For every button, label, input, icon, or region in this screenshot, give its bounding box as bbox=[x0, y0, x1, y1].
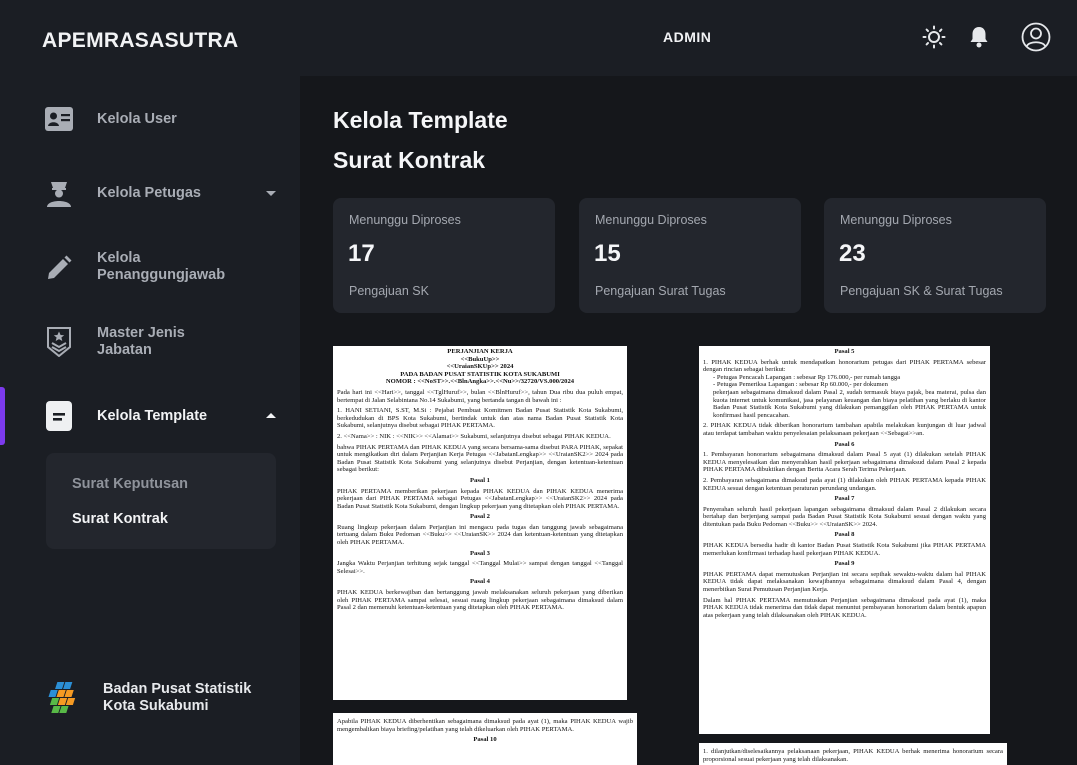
doc-paragraph: PIHAK KEDUA berkewajiban dan bertanggung… bbox=[337, 589, 623, 612]
user-circle-icon[interactable] bbox=[1021, 22, 1051, 52]
doc-heading: <<UraianSKUp>> 2024 bbox=[446, 363, 514, 371]
sidebar-item-kelola-petugas[interactable]: Kelola Petugas bbox=[0, 176, 300, 210]
doc-paragraph: PIHAK KEDUA bersedia hadir di kantor Bad… bbox=[703, 542, 986, 557]
card-caption: Menunggu Diproses bbox=[349, 213, 461, 227]
card-count: 15 bbox=[594, 240, 621, 267]
stat-card-surat-tugas: Menunggu Diproses 15 Pengajuan Surat Tug… bbox=[579, 198, 801, 313]
submenu-item-surat-keputusan[interactable]: Surat Keputusan bbox=[72, 476, 188, 492]
sun-icon[interactable] bbox=[919, 22, 949, 52]
doc-heading: NOMOR : <<NoST>>.<<BlnAngka>>.<<Nu>>/327… bbox=[385, 378, 575, 386]
card-label: Pengajuan Surat Tugas bbox=[595, 284, 726, 298]
doc-paragraph: pekerjaan sebagaimana dimaksud dalam Pas… bbox=[713, 388, 986, 419]
doc-paragraph: - Petugas Pemeriksa Lapangan : sebesar R… bbox=[713, 381, 888, 389]
doc-paragraph: PIHAK PERTAMA memberikan pekerjaan kepad… bbox=[337, 487, 623, 510]
doc-paragraph: 2. <<Nama>> : NIK : <<NIK>> <<Alamat>> S… bbox=[337, 432, 611, 440]
doc-section-title: Pasal 4 bbox=[470, 578, 490, 586]
main-content: Kelola Template Surat Kontrak Menunggu Di… bbox=[300, 76, 1077, 765]
doc-section-title: Pasal 8 bbox=[834, 531, 855, 539]
doc-paragraph: PIHAK PERTAMA dapat memutuskan Perjanjia… bbox=[703, 570, 986, 594]
doc-paragraph: 1. PIHAK KEDUA berhak untuk mendapatkan … bbox=[703, 358, 986, 374]
sidebar-item-kelola-template[interactable]: Kelola Template bbox=[0, 399, 300, 433]
template-page-2: Apabila PIHAK KEDUA diberhentikan sebaga… bbox=[333, 713, 637, 765]
doc-paragraph: Apabila PIHAK KEDUA diberhentikan sebaga… bbox=[337, 718, 633, 733]
chevron-up-icon bbox=[266, 413, 276, 418]
doc-section-title: Pasal 5 bbox=[834, 348, 855, 355]
sidebar-item-kelola-penanggungjawab[interactable]: Kelola Penanggungjawab bbox=[0, 248, 300, 288]
doc-section-title: Pasal 1 bbox=[470, 476, 490, 484]
card-caption: Menunggu Diproses bbox=[840, 213, 952, 227]
doc-paragraph: Jangka Waktu Perjanjian terhitung sejak … bbox=[337, 560, 623, 575]
template-page-3: Pasal 5 1. PIHAK KEDUA berhak untuk mend… bbox=[699, 346, 990, 734]
doc-section-title: Pasal 6 bbox=[834, 440, 855, 448]
template-submenu: Surat Keputusan Surat Kontrak bbox=[46, 453, 276, 549]
card-label: Pengajuan SK bbox=[349, 284, 429, 298]
sidebar-item-label: Master Jenis Jabatan bbox=[97, 325, 185, 358]
doc-heading: PERJANJIAN KERJA bbox=[447, 348, 513, 355]
stat-card-sk-surat-tugas: Menunggu Diproses 23 Pengajuan SK & Sura… bbox=[824, 198, 1046, 313]
doc-paragraph: Dalam hal PIHAK PERTAMA memutuskan Perja… bbox=[703, 596, 986, 619]
bell-icon[interactable] bbox=[964, 22, 994, 52]
doc-heading: <<BukuUp>> bbox=[460, 355, 500, 363]
template-page-4: 1. dilanjutkan/diselesaikannya pelaksana… bbox=[699, 743, 1007, 765]
stat-card-sk: Menunggu Diproses 17 Pengajuan SK bbox=[333, 198, 555, 313]
doc-section-title: Pasal 10 bbox=[473, 736, 497, 744]
sidebar: Kelola User Kelola Petugas Kelola Penangg… bbox=[0, 76, 300, 765]
card-label: Pengajuan SK & Surat Tugas bbox=[840, 284, 1003, 298]
sidebar-item-label: Kelola Penanggungjawab bbox=[97, 250, 226, 283]
doc-paragraph: 1. dilanjutkan/diselesaikannya pelaksana… bbox=[703, 748, 1003, 763]
doc-section-title: Pasal 7 bbox=[834, 495, 855, 503]
bps-footer: Badan Pusat Statistik Kota Sukabumi bbox=[44, 678, 274, 718]
sidebar-item-master-jenis-jabatan[interactable]: Master Jenis Jabatan bbox=[0, 323, 300, 363]
doc-paragraph: 2. Pembayaran sebagaimana dimaksud pada … bbox=[703, 476, 986, 492]
chevron-down-icon bbox=[266, 191, 276, 196]
doc-paragraph: 2. PIHAK KEDUA tidak diberikan honorariu… bbox=[703, 422, 986, 437]
pencil-icon bbox=[44, 253, 74, 283]
sidebar-item-label: Kelola User bbox=[97, 111, 177, 127]
doc-section-title: Pasal 3 bbox=[470, 549, 490, 557]
app-brand[interactable]: APEMRASASUTRA bbox=[42, 29, 238, 53]
template-page-1: PERJANJIAN KERJA <<BukuUp>> <<UraianSKUp… bbox=[333, 346, 627, 700]
doc-paragraph: bahwa PIHAK PERTAMA dan PIHAK KEDUA yang… bbox=[337, 443, 623, 474]
card-count: 23 bbox=[839, 240, 866, 267]
doc-paragraph: Penyerahan seluruh hasil pekerjaan lapan… bbox=[703, 505, 986, 528]
doc-paragraph: - Petugas Pencacah Lapangan : sebesar Rp… bbox=[713, 373, 901, 381]
card-count: 17 bbox=[348, 240, 375, 267]
doc-section-title: Pasal 2 bbox=[470, 513, 490, 521]
doc-heading: PADA BADAN PUSAT STATISTIK KOTA SUKABUMI bbox=[400, 370, 560, 378]
doc-paragraph: 1. HANI SETIANI, S.ST, M.Si : Pejabat Pe… bbox=[337, 407, 623, 430]
doc-paragraph: Pada hari ini <<Hari>>, tanggal <<TglHur… bbox=[337, 388, 623, 404]
document-icon bbox=[44, 401, 74, 431]
id-card-icon bbox=[44, 104, 74, 134]
officer-icon bbox=[44, 178, 74, 208]
submenu-item-surat-kontrak[interactable]: Surat Kontrak bbox=[72, 511, 168, 527]
doc-section-title: Pasal 9 bbox=[834, 560, 855, 568]
top-bar: APEMRASASUTRA ADMIN bbox=[0, 0, 1077, 76]
rank-badge-icon bbox=[44, 327, 74, 357]
sidebar-item-kelola-user[interactable]: Kelola User bbox=[0, 102, 300, 136]
user-role-label: ADMIN bbox=[663, 29, 712, 45]
sidebar-item-label: Kelola Template bbox=[97, 408, 208, 424]
doc-paragraph: 1. Pembayaran honorarium sebagaimana dim… bbox=[703, 451, 986, 474]
doc-paragraph: Ruang lingkup pekerjaan dalam Perjanjian… bbox=[337, 523, 623, 547]
card-caption: Menunggu Diproses bbox=[595, 213, 707, 227]
sidebar-item-label: Kelola Petugas bbox=[97, 185, 201, 201]
page-title: Kelola Template Surat Kontrak bbox=[333, 107, 508, 173]
bps-footer-text: Badan Pusat Statistik Kota Sukabumi bbox=[103, 681, 252, 714]
bps-logo-icon bbox=[44, 680, 90, 719]
